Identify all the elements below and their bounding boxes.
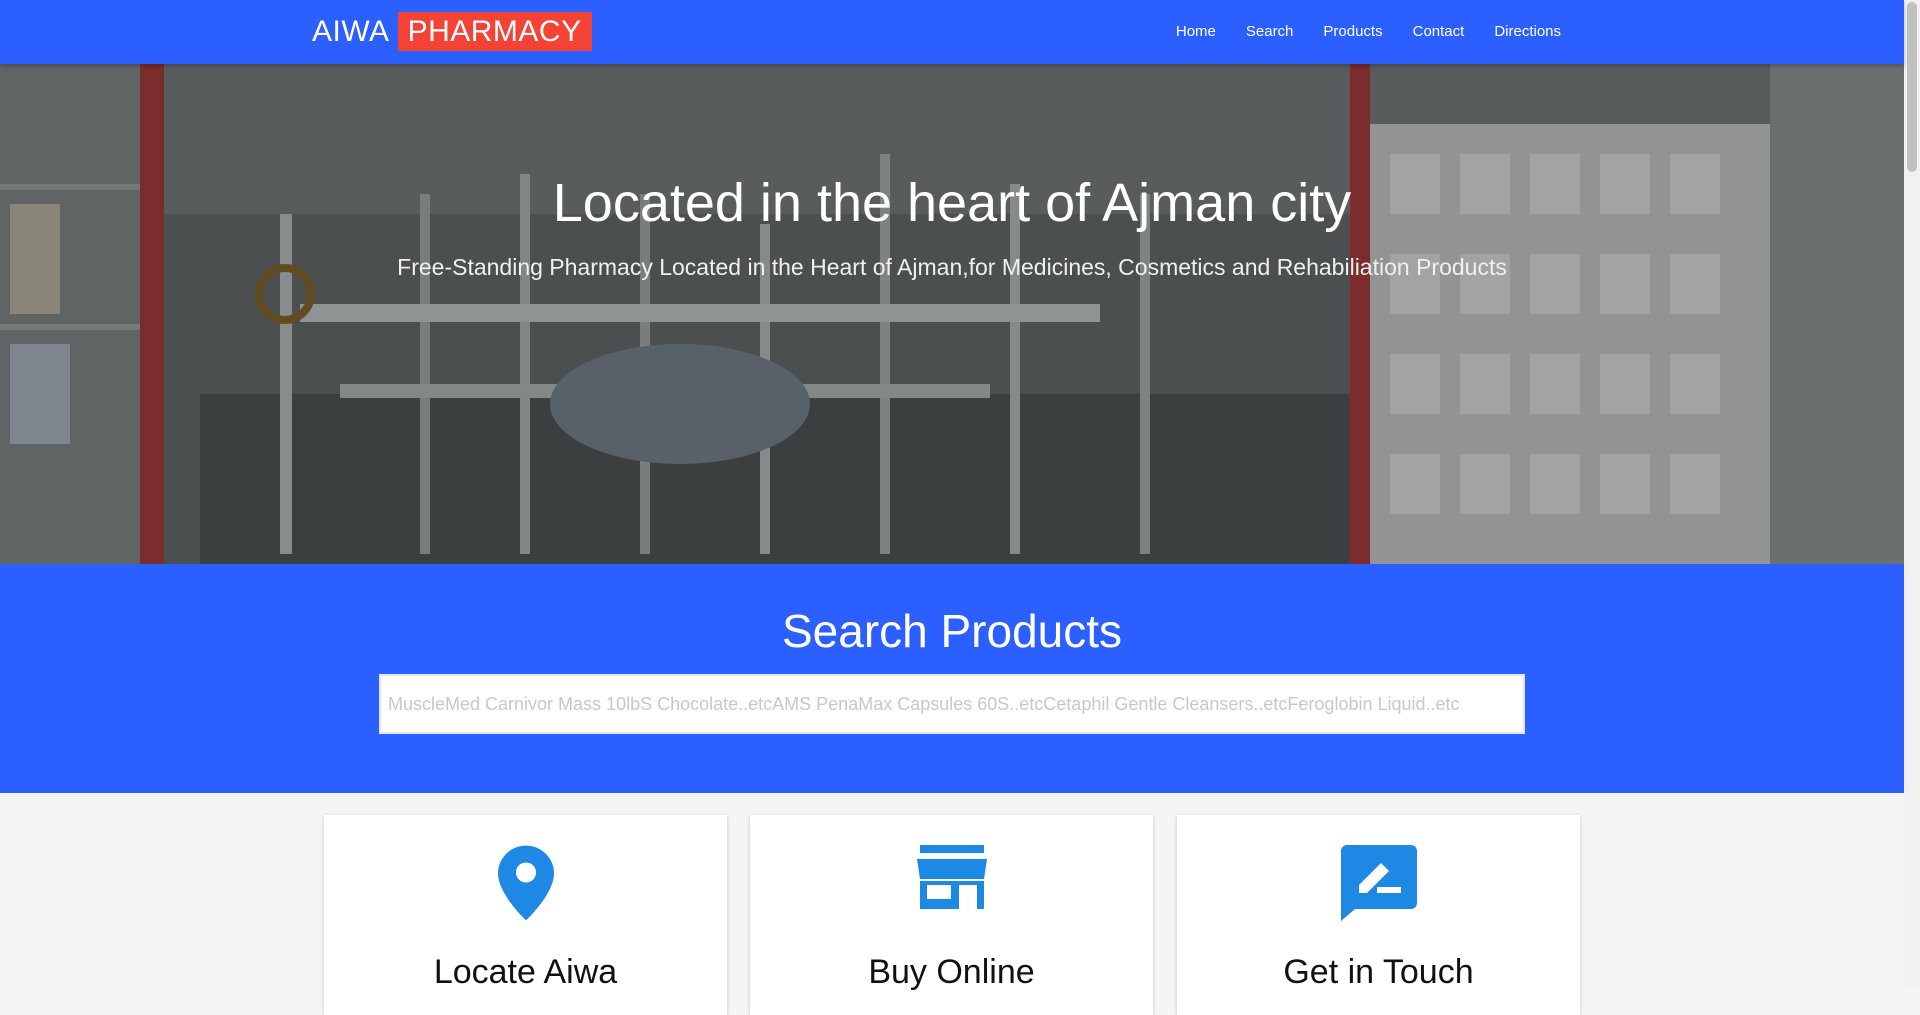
nav-links: Home Search Products Contact Directions [1161,0,1576,64]
scrollbar-thumb[interactable] [1907,2,1917,172]
top-navbar: AIWA PHARMACY Home Search Products Conta… [0,0,1904,64]
nav-link-contact[interactable]: Contact [1398,0,1480,64]
product-search-input[interactable] [381,676,1523,732]
store-icon [750,845,1153,925]
map-pin-icon [324,845,727,925]
nav-link-home[interactable]: Home [1161,0,1231,64]
card-buy-online[interactable]: Buy Online [750,815,1153,1015]
nav-link-search[interactable]: Search [1231,0,1309,64]
nav-link-directions[interactable]: Directions [1479,0,1576,64]
brand-logo[interactable]: AIWA PHARMACY [312,12,592,51]
card-locate-title: Locate Aiwa [433,953,618,991]
nav-link-products[interactable]: Products [1308,0,1397,64]
card-get-in-touch[interactable]: Get in Touch [1177,815,1580,1015]
card-locate[interactable]: Locate Aiwa [324,815,727,1015]
card-buy-online-title: Buy Online [868,953,1035,991]
search-section-title: Search Products [781,605,1123,657]
hero-title: Located in the heart of Ajman city [552,173,1352,233]
brand-name-second: PHARMACY [397,12,592,51]
search-section: Search Products [0,564,1904,793]
feature-cards: Locate Aiwa Buy Online Get in Touch [0,793,1904,1015]
message-edit-icon [1177,845,1580,925]
card-get-in-touch-title: Get in Touch [1283,953,1474,991]
hero-subtitle: Free-Standing Pharmacy Located in the He… [397,254,1507,280]
hero-dark-overlay [0,64,1904,564]
hero-banner: Located in the heart of Ajman city Free-… [0,64,1904,564]
brand-name-first: AIWA [312,14,390,48]
page-scrollbar[interactable] [1904,0,1920,988]
search-box [379,674,1525,734]
